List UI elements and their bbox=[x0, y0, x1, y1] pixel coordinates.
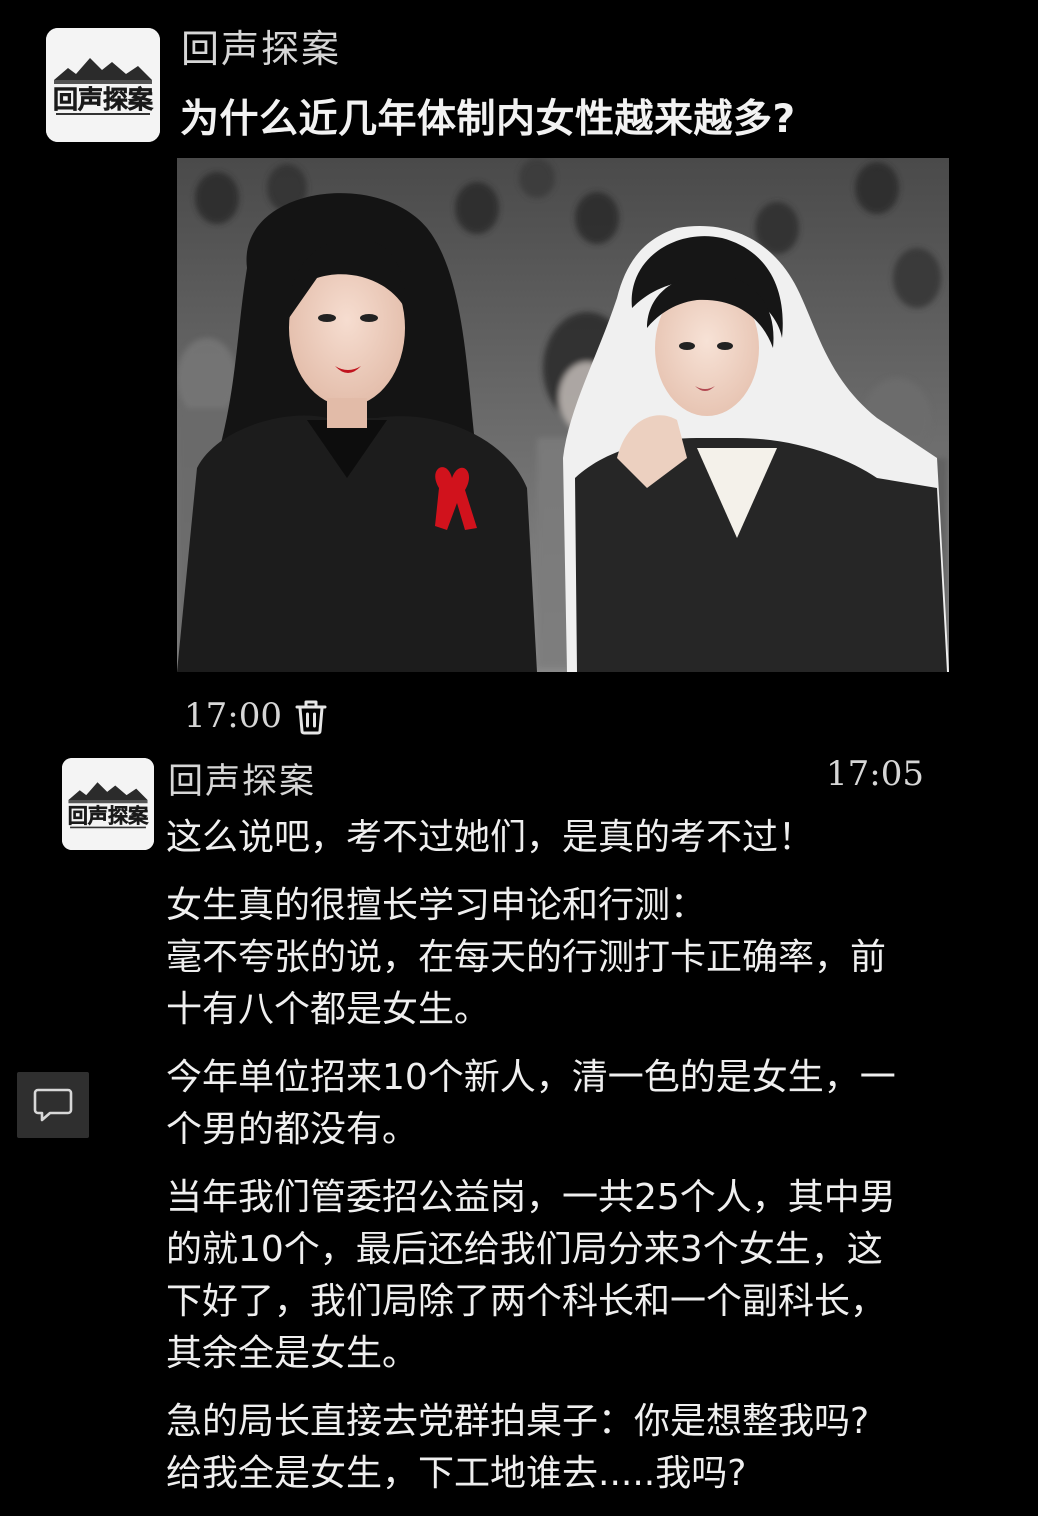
message-line: 当年我们管委招公益岗，一共25个人，其中男 bbox=[166, 1177, 896, 1218]
message-paragraph: 当年我们管委招公益岗，一共25个人，其中男 的就10个，最后还给我们局分来3个女… bbox=[166, 1172, 978, 1380]
message-line: 个男的都没有。 bbox=[166, 1109, 419, 1150]
comment-bubble-icon bbox=[33, 1088, 73, 1122]
message-paragraph: 今年单位招来10个新人，清一色的是女生，一 个男的都没有。 bbox=[166, 1052, 978, 1156]
author-avatar[interactable]: 回声探案 bbox=[46, 28, 160, 142]
delete-icon[interactable] bbox=[294, 699, 328, 735]
message-line: 给我全是女生，下工地谁去.....我吗? bbox=[166, 1453, 747, 1494]
message-line: 下好了，我们局除了两个科长和一个副科长， bbox=[166, 1281, 887, 1322]
post-time: 17:00 bbox=[184, 696, 282, 736]
svg-text:回声探案: 回声探案 bbox=[53, 85, 154, 114]
message-paragraph: 急的局长直接去党群拍桌子：你是想整我吗? 给我全是女生，下工地谁去.....我吗… bbox=[166, 1396, 978, 1500]
reply-message: 这么说吧，考不过她们，是真的考不过！ 女生真的很擅长学习申论和行测： 毫不夸张的… bbox=[166, 812, 978, 1516]
message-line: 急的局长直接去党群拍桌子：你是想整我吗? bbox=[166, 1401, 870, 1442]
svg-text:回声探案: 回声探案 bbox=[68, 804, 149, 828]
reply-author-name[interactable]: 回声探案 bbox=[168, 753, 316, 804]
message-line: 其余全是女生。 bbox=[166, 1333, 419, 1374]
message-line: 女生真的很擅长学习申论和行测： bbox=[166, 885, 707, 926]
post-author-name[interactable]: 回声探案 bbox=[181, 18, 341, 73]
post-title: 为什么近几年体制内女性越来越多? bbox=[180, 97, 796, 142]
two-women-crowd-illustration bbox=[177, 158, 949, 672]
comment-button[interactable] bbox=[17, 1072, 89, 1138]
message-line: 的就10个，最后还给我们局分来3个女生，这 bbox=[166, 1229, 883, 1270]
message-line: 十有八个都是女生。 bbox=[166, 989, 491, 1030]
message-paragraph: 这么说吧，考不过她们，是真的考不过！ bbox=[166, 812, 978, 864]
message-paragraph: 女生真的很擅长学习申论和行测： 毫不夸张的说，在每天的行测打卡正确率，前 十有八… bbox=[166, 880, 978, 1036]
trash-icon bbox=[295, 700, 327, 735]
echo-logo-icon: 回声探案 bbox=[62, 758, 154, 850]
message-line: 这么说吧，考不过她们，是真的考不过！ bbox=[166, 817, 815, 858]
message-line: 今年单位招来10个新人，清一色的是女生，一 bbox=[166, 1057, 896, 1098]
message-line: 毫不夸张的说，在每天的行测打卡正确率，前 bbox=[166, 937, 887, 978]
echo-logo-icon: 回声探案 bbox=[46, 28, 160, 142]
reply-time: 17:05 bbox=[826, 754, 924, 794]
post-image[interactable] bbox=[177, 158, 949, 672]
reply-author-avatar[interactable]: 回声探案 bbox=[62, 758, 154, 850]
